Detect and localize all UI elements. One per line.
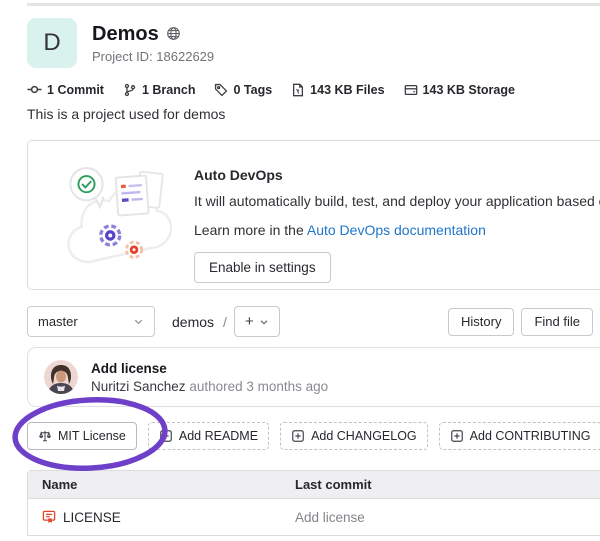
project-stats: 1 Commit 1 Branch 0 Tags — [27, 82, 515, 97]
page-title: Demos — [92, 23, 159, 45]
path-separator: / — [223, 314, 227, 330]
table-row[interactable]: LICENSE Add license — [28, 499, 600, 535]
plus-square-icon — [291, 429, 305, 443]
column-header-name: Name — [28, 477, 281, 492]
author-avatar[interactable] — [44, 360, 78, 394]
find-file-button[interactable]: Find file — [521, 308, 593, 336]
history-button[interactable]: History — [448, 308, 514, 336]
add-readme-button[interactable]: Add README — [148, 422, 269, 450]
auto-devops-card: Auto DevOps It will automatically build,… — [27, 140, 600, 290]
plus-square-icon — [450, 429, 464, 443]
auto-devops-learn-more: Learn more in the Auto DevOps documentat… — [194, 222, 600, 238]
branch-icon — [123, 83, 137, 97]
auto-devops-title: Auto DevOps — [194, 167, 600, 183]
commit-icon — [27, 82, 42, 97]
column-header-last-commit: Last commit — [281, 477, 600, 492]
commit-meta: authored 3 months ago — [189, 379, 328, 394]
add-contributing-button[interactable]: Add CONTRIBUTING — [439, 422, 600, 450]
auto-devops-body: It will automatically build, test, and d… — [194, 193, 600, 209]
project-header: D Demos Project ID: 18622629 — [27, 18, 214, 68]
file-navigation: master demos / + History Find file — [27, 306, 593, 337]
chevron-down-icon — [133, 316, 144, 327]
stat-storage[interactable]: 143 KB Storage — [404, 83, 515, 97]
stat-files[interactable]: 143 KB Files — [291, 83, 384, 97]
storage-icon — [404, 83, 418, 97]
breadcrumb-project[interactable]: demos — [172, 314, 214, 330]
auto-devops-doc-link[interactable]: Auto DevOps documentation — [307, 222, 486, 238]
file-table-header: Name Last commit — [28, 471, 600, 499]
license-file-icon — [42, 510, 56, 524]
gitlab-project-page: D Demos Project ID: 18622629 1 C — [0, 0, 600, 541]
file-last-commit-link[interactable]: Add license — [281, 510, 600, 525]
mit-license-button[interactable]: MIT License — [27, 422, 137, 450]
stat-tags[interactable]: 0 Tags — [214, 83, 272, 97]
branch-selector[interactable]: master — [27, 306, 155, 337]
commit-author[interactable]: Nuritzi Sanchez — [91, 379, 186, 394]
top-divider — [27, 3, 600, 6]
document-icon — [291, 83, 305, 97]
scale-icon — [38, 429, 52, 443]
file-link-license[interactable]: LICENSE — [28, 510, 281, 525]
commit-message[interactable]: Add license — [91, 361, 328, 376]
add-changelog-button[interactable]: Add CHANGELOG — [280, 422, 428, 450]
globe-icon — [166, 26, 181, 41]
suggested-files-row: MIT License Add README Add CHANGELOG — [27, 422, 600, 450]
chevron-down-icon — [259, 317, 269, 327]
enable-in-settings-button[interactable]: Enable in settings — [194, 252, 331, 283]
project-avatar: D — [27, 18, 77, 68]
devops-illustration — [58, 155, 172, 289]
add-file-dropdown-button[interactable]: + — [234, 306, 280, 337]
stat-commits[interactable]: 1 Commit — [27, 82, 104, 97]
project-description: This is a project used for demos — [27, 106, 225, 122]
plus-icon: + — [245, 313, 254, 330]
last-commit-box: Add license Nuritzi Sanchez authored 3 m… — [27, 347, 600, 407]
file-table: Name Last commit LICENSE Add license — [27, 470, 600, 536]
tag-icon — [214, 83, 228, 97]
stat-branches[interactable]: 1 Branch — [123, 83, 196, 97]
project-id: Project ID: 18622629 — [92, 49, 214, 64]
plus-square-icon — [159, 429, 173, 443]
